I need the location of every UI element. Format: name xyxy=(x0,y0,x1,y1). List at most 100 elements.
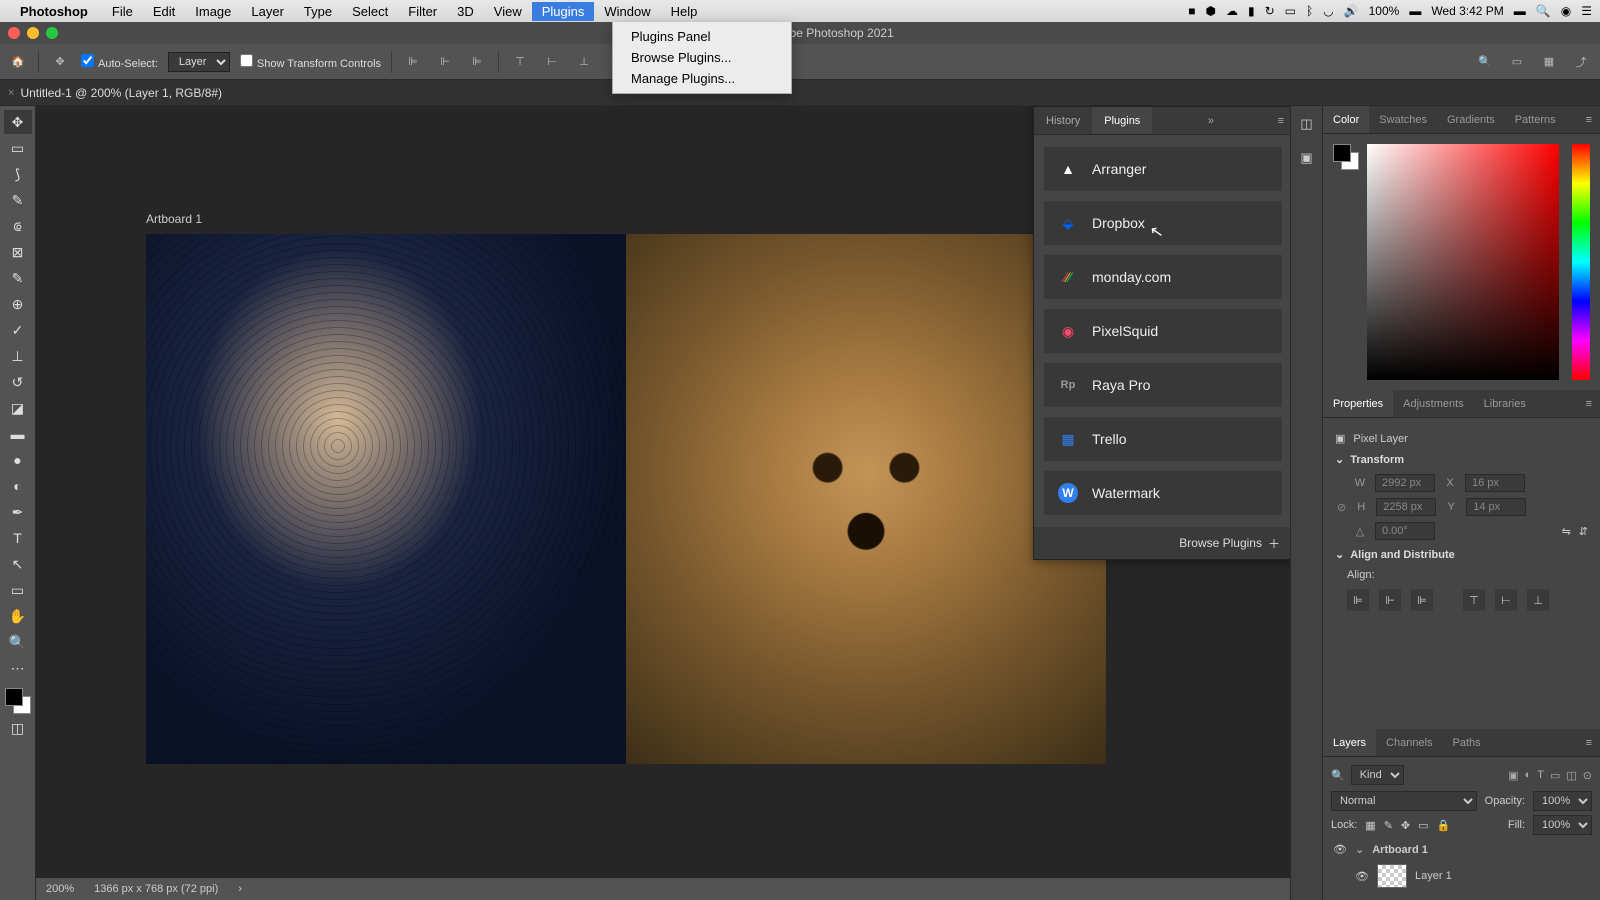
tab-layers[interactable]: Layers xyxy=(1323,729,1376,756)
crop-tool[interactable]: ⟃ xyxy=(4,214,32,238)
maximize-window-button[interactable] xyxy=(46,27,58,39)
align-middle-btn[interactable]: ⊢ xyxy=(1495,589,1517,611)
artboard-label[interactable]: Artboard 1 xyxy=(146,212,202,226)
gradient-tool[interactable]: ▬ xyxy=(4,422,32,446)
tab-gradients[interactable]: Gradients xyxy=(1437,106,1505,133)
battery-icon[interactable]: ▬ xyxy=(1409,4,1421,18)
dropdown-manage-plugins[interactable]: Manage Plugins... xyxy=(613,68,791,89)
align-bottom-icon[interactable]: ⊥ xyxy=(573,51,595,73)
plugin-monday[interactable]: ⁄⁄⁄monday.com xyxy=(1044,255,1282,299)
layer-thumbnail[interactable] xyxy=(1377,864,1407,888)
menu-help[interactable]: Help xyxy=(661,2,708,21)
plugin-pixelsquid[interactable]: ◉PixelSquid xyxy=(1044,309,1282,353)
frame-tool[interactable]: ⊠ xyxy=(4,240,32,264)
history-brush-tool[interactable]: ↺ xyxy=(4,370,32,394)
plugin-arranger[interactable]: ▲Arranger xyxy=(1044,147,1282,191)
menu-layer[interactable]: Layer xyxy=(241,2,294,21)
align-top-icon[interactable]: ⊤ xyxy=(509,51,531,73)
lock-position-icon[interactable]: ✎ xyxy=(1384,819,1393,832)
zoom-level[interactable]: 200% xyxy=(46,883,74,895)
blur-tool[interactable]: ● xyxy=(4,448,32,472)
align-center-h-icon[interactable]: ⊩ xyxy=(434,51,456,73)
marquee-tool[interactable]: ▭ xyxy=(4,136,32,160)
layers-panel-menu-icon[interactable]: ≡ xyxy=(1578,737,1600,749)
lock-pixels-icon[interactable]: ▦ xyxy=(1365,819,1375,832)
visibility-icon[interactable]: 👁 xyxy=(1355,870,1369,883)
eyedropper-tool[interactable]: ✎ xyxy=(4,266,32,290)
bluetooth-icon[interactable]: ᛒ xyxy=(1306,4,1313,18)
flag-icon[interactable]: ▬ xyxy=(1514,4,1526,18)
lasso-tool[interactable]: ⟆ xyxy=(4,162,32,186)
tab-color[interactable]: Color xyxy=(1323,106,1369,133)
align-bottom-btn[interactable]: ⊥ xyxy=(1527,589,1549,611)
quick-select-tool[interactable]: ✎ xyxy=(4,188,32,212)
search-icon[interactable]: 🔍 xyxy=(1474,51,1496,73)
tab-patterns[interactable]: Patterns xyxy=(1505,106,1566,133)
align-center-h-btn[interactable]: ⊩ xyxy=(1379,589,1401,611)
x-field[interactable]: 16 px xyxy=(1465,474,1525,492)
show-transform-checkbox[interactable]: Show Transform Controls xyxy=(240,54,381,70)
tab-paths[interactable]: Paths xyxy=(1443,729,1491,756)
align-center-v-icon[interactable]: ⊢ xyxy=(541,51,563,73)
quick-mask-tool[interactable]: ◫ xyxy=(4,716,32,740)
edit-toolbar[interactable]: ⋯ xyxy=(4,656,32,680)
color-field[interactable] xyxy=(1367,144,1559,380)
props-panel-menu-icon[interactable]: ≡ xyxy=(1578,398,1600,410)
video-icon[interactable]: ■ xyxy=(1188,4,1195,18)
align-left-btn[interactable]: ⊫ xyxy=(1347,589,1369,611)
close-tab-icon[interactable]: × xyxy=(8,87,14,99)
panel-menu-icon[interactable]: ≡ xyxy=(1270,115,1290,127)
panel-icon-2[interactable]: ▣ xyxy=(1297,148,1317,168)
chevron-down-icon[interactable]: ⌄ xyxy=(1355,843,1364,856)
lock-nesting-icon[interactable]: ▭ xyxy=(1418,819,1428,832)
color-panel-menu-icon[interactable]: ≡ xyxy=(1578,114,1600,126)
lock-artboard-icon[interactable]: ✥ xyxy=(1401,819,1410,832)
app-name[interactable]: Photoshop xyxy=(20,4,88,19)
menu-3d[interactable]: 3D xyxy=(447,2,484,21)
stamp-tool[interactable]: ⊥ xyxy=(4,344,32,368)
menu-type[interactable]: Type xyxy=(294,2,342,21)
visibility-icon[interactable]: 👁 xyxy=(1333,843,1347,856)
plugin-trello[interactable]: ▦Trello xyxy=(1044,417,1282,461)
panel-icon-1[interactable]: ◫ xyxy=(1297,114,1317,134)
layer-row-artboard[interactable]: 👁 ⌄ Artboard 1 xyxy=(1331,839,1592,860)
layer-row-layer1[interactable]: 👁 Layer 1 xyxy=(1331,860,1592,892)
opacity-field[interactable]: 100% xyxy=(1533,791,1592,811)
tab-channels[interactable]: Channels xyxy=(1376,729,1442,756)
menu-filter[interactable]: Filter xyxy=(398,2,447,21)
menu-plugins[interactable]: Plugins xyxy=(532,2,595,21)
volume-icon[interactable]: 🔊 xyxy=(1344,4,1359,18)
chevron-down-icon[interactable]: ⌄ xyxy=(1335,453,1344,466)
zoom-tool[interactable]: 🔍 xyxy=(4,630,32,654)
path-select-tool[interactable]: ↖ xyxy=(4,552,32,576)
menu-select[interactable]: Select xyxy=(342,2,398,21)
align-left-icon[interactable]: ⊫ xyxy=(402,51,424,73)
close-window-button[interactable] xyxy=(8,27,20,39)
hand-tool[interactable]: ✋ xyxy=(4,604,32,628)
filter-kind-select[interactable]: Kind xyxy=(1351,765,1404,785)
eraser-tool[interactable]: ◪ xyxy=(4,396,32,420)
plugin-watermark[interactable]: WWatermark xyxy=(1044,471,1282,515)
tab-libraries[interactable]: Libraries xyxy=(1474,390,1536,417)
tab-plugins[interactable]: Plugins xyxy=(1092,107,1152,134)
move-tool-icon[interactable]: ✥ xyxy=(49,51,71,73)
link-wh-icon[interactable]: ⊘ xyxy=(1337,501,1346,514)
fg-bg-swatch[interactable] xyxy=(1333,144,1359,170)
canvas-area[interactable]: Artboard 1 History Plugins » ≡ ▲Arranger… xyxy=(36,106,1290,900)
blend-mode-select[interactable]: Normal xyxy=(1331,791,1477,811)
auto-select-checkbox[interactable]: Auto-Select: xyxy=(81,54,158,70)
brush-tool[interactable]: ✓ xyxy=(4,318,32,342)
align-top-btn[interactable]: ⊤ xyxy=(1463,589,1485,611)
filter-type-icon[interactable]: T xyxy=(1537,769,1544,782)
siri-icon[interactable]: ◉ xyxy=(1561,4,1571,18)
dropdown-browse-plugins[interactable]: Browse Plugins... xyxy=(613,47,791,68)
chevron-down-icon[interactable]: ⌄ xyxy=(1335,548,1344,561)
cloud-icon[interactable]: ☁ xyxy=(1226,4,1238,18)
dropdown-plugins-panel[interactable]: Plugins Panel xyxy=(613,26,791,47)
hue-slider[interactable] xyxy=(1572,144,1590,380)
tab-properties[interactable]: Properties xyxy=(1323,390,1393,417)
y-field[interactable]: 14 px xyxy=(1466,498,1526,516)
flip-h-icon[interactable]: ⇋ xyxy=(1562,525,1571,538)
dodge-tool[interactable]: ◐ xyxy=(4,474,32,498)
flip-v-icon[interactable]: ⇵ xyxy=(1579,525,1588,538)
